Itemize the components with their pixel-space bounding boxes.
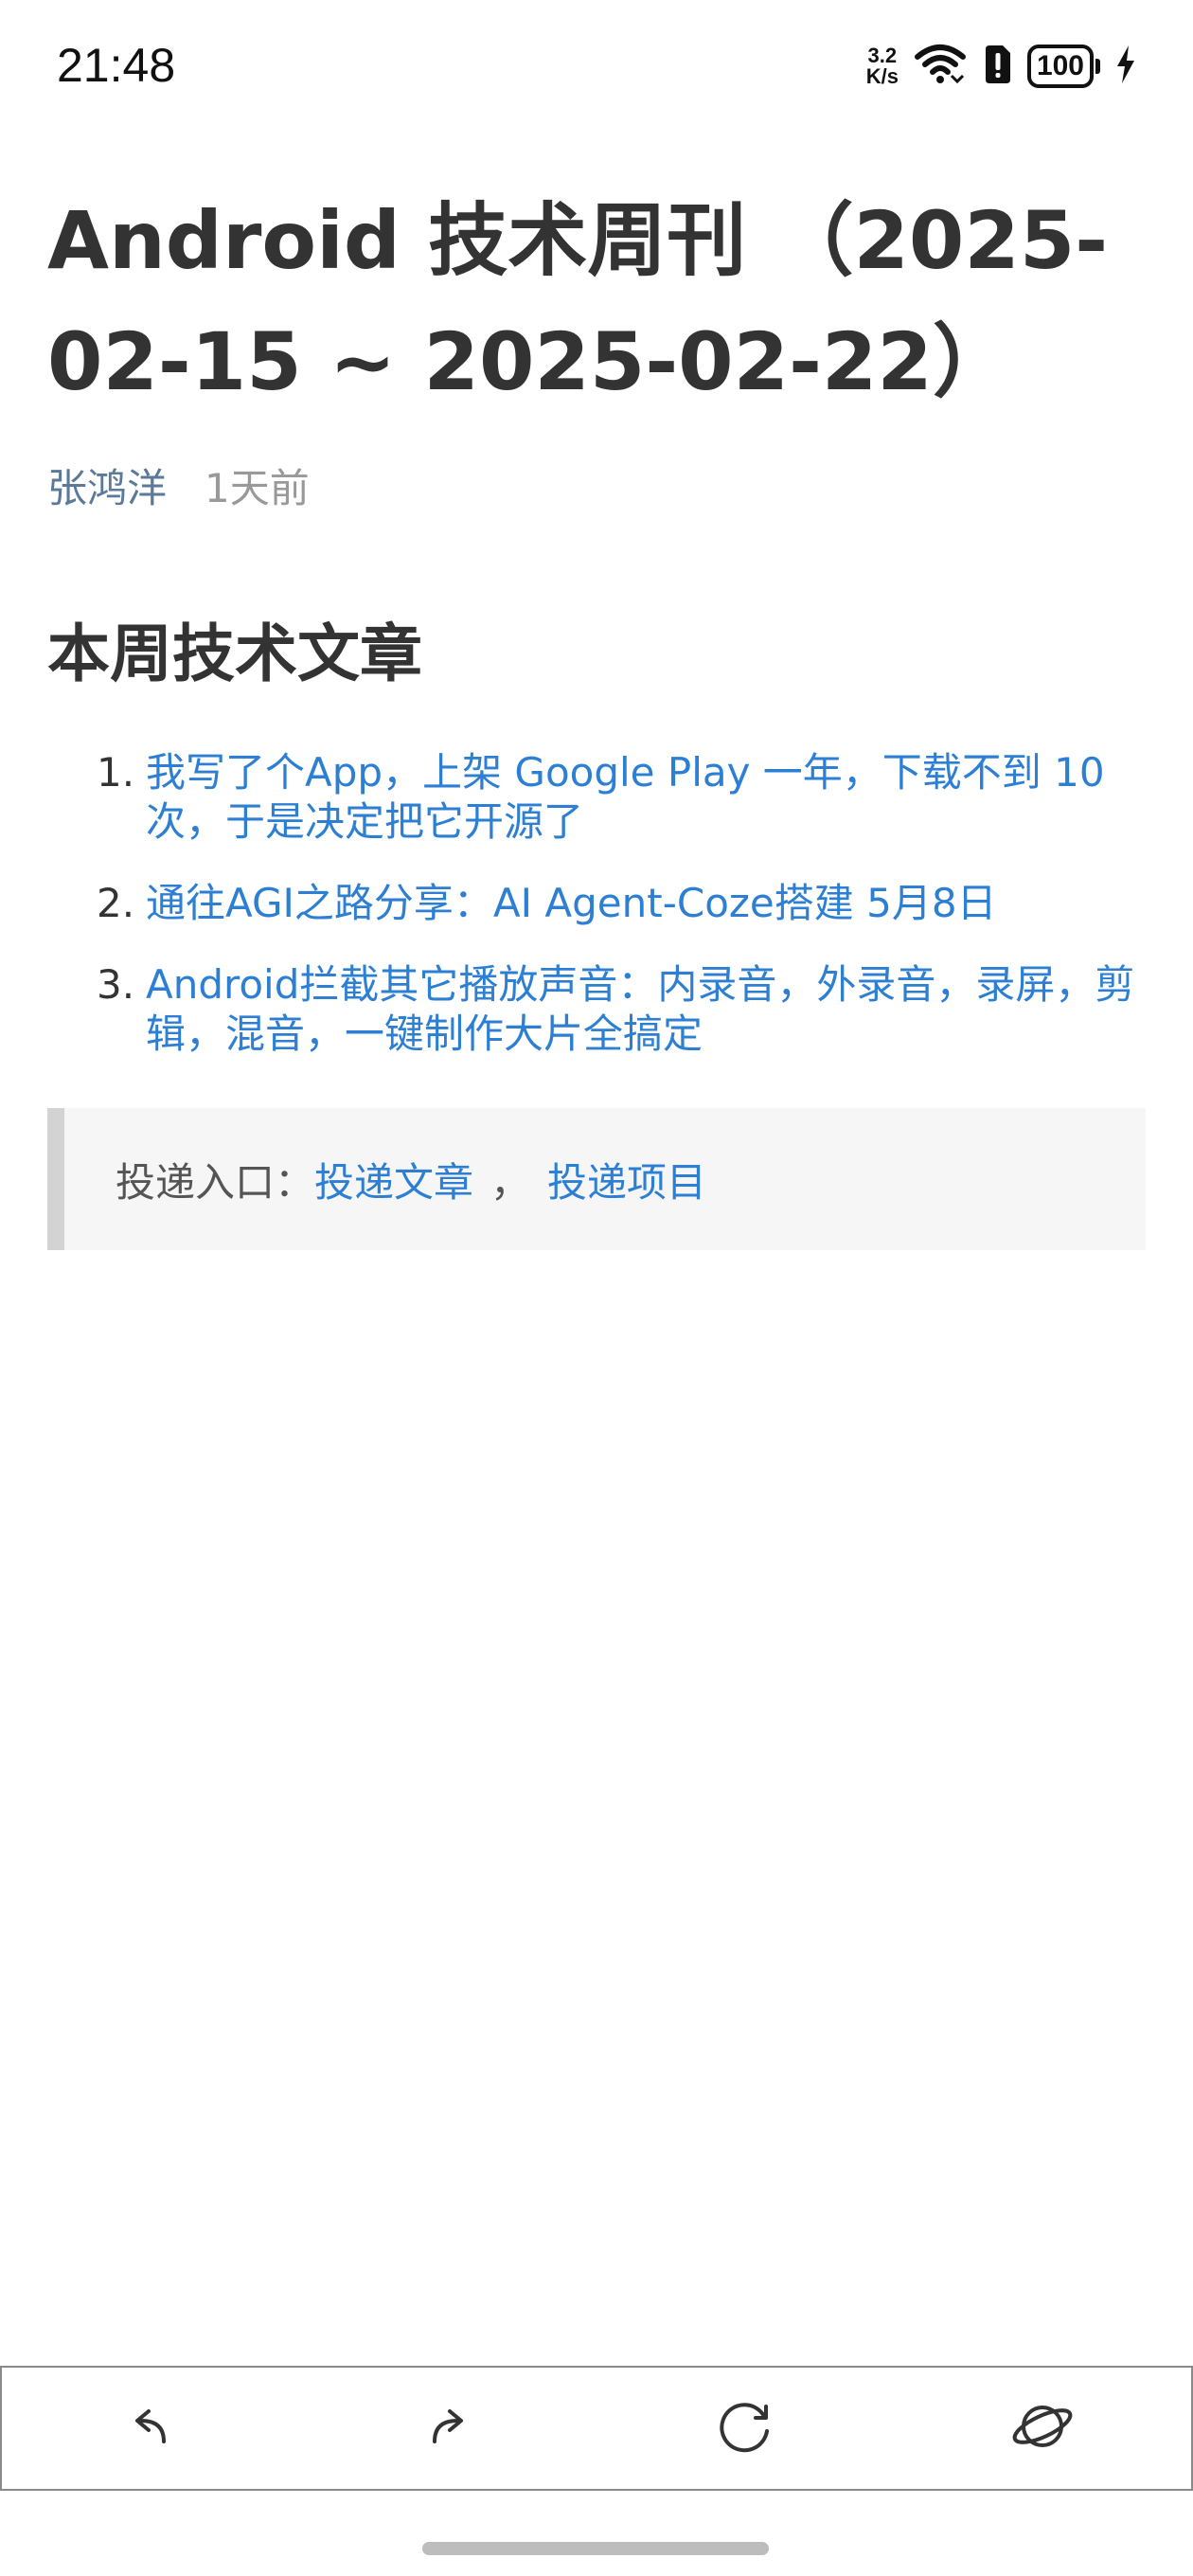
battery-cap — [1095, 59, 1100, 74]
battery-level: 100 — [1026, 45, 1094, 88]
submission-label: 投递入口： — [116, 1158, 315, 1206]
home-indicator[interactable] — [422, 2542, 769, 2555]
forward-button[interactable] — [391, 2381, 505, 2476]
network-speed-value: 3.2 — [867, 44, 898, 67]
article-meta: 张鸿洋 1天前 — [47, 462, 1146, 515]
sim-alert-icon — [982, 44, 1012, 89]
article: Android 技术周刊 （2025-02-15 ~ 2025-02-22） 张… — [47, 180, 1146, 1250]
status-icons: 3.2 K/s 100 — [866, 38, 1136, 95]
network-speed-unit: K/s — [865, 64, 899, 88]
planet-icon — [1009, 2393, 1076, 2463]
article-link[interactable]: 我写了个App，上架 Google Play 一年，下载不到 10 次，于是决定… — [146, 749, 1105, 845]
article-author[interactable]: 张鸿洋 — [47, 462, 167, 515]
status-time: 21:48 — [57, 39, 176, 92]
list-item-number: 2. — [97, 880, 135, 926]
back-button[interactable] — [94, 2381, 207, 2476]
article-list: 1. 我写了个App，上架 Google Play 一年，下载不到 10 次，于… — [47, 748, 1146, 1059]
article-title: Android 技术周刊 （2025-02-15 ~ 2025-02-22） — [47, 194, 1109, 408]
article-link[interactable]: Android拦截其它播放声音：内录音，外录音，录屏，剪辑，混音，一键制作大片全… — [146, 961, 1134, 1057]
submission-blockquote: 投递入口： 投递文章 ， 投递项目 — [47, 1108, 1146, 1250]
refresh-button[interactable] — [688, 2381, 802, 2476]
article-published-time: 1天前 — [205, 465, 310, 511]
list-item-number: 3. — [97, 961, 135, 1008]
charging-icon — [1115, 45, 1136, 87]
section-title: 本周技术文章 — [47, 617, 422, 690]
list-item-number: 1. — [97, 749, 135, 796]
list-item: 2. 通往AGI之路分享：AI Agent-Coze搭建 5月8日 — [47, 879, 1146, 928]
list-item: 3. Android拦截其它播放声音：内录音，外录音，录屏，剪辑，混音，一键制作… — [47, 960, 1146, 1059]
battery-indicator: 100 — [1026, 45, 1100, 88]
submit-article-link[interactable]: 投递文章 — [314, 1151, 473, 1208]
article-link[interactable]: 通往AGI之路分享：AI Agent-Coze搭建 5月8日 — [146, 880, 997, 926]
back-arrow-icon — [122, 2398, 179, 2459]
refresh-icon — [712, 2393, 778, 2463]
submission-separator: ， — [490, 1158, 531, 1206]
submit-project-link[interactable]: 投递项目 — [547, 1151, 706, 1208]
wifi-icon — [914, 44, 967, 89]
browser-toolbar — [0, 2366, 1193, 2491]
forward-arrow-icon — [419, 2398, 476, 2459]
network-speed: 3.2 K/s — [866, 45, 899, 87]
list-item: 1. 我写了个App，上架 Google Play 一年，下载不到 10 次，于… — [47, 748, 1146, 847]
browser-home-button[interactable] — [986, 2381, 1099, 2476]
status-bar: 21:48 3.2 K/s 100 — [0, 0, 1193, 133]
